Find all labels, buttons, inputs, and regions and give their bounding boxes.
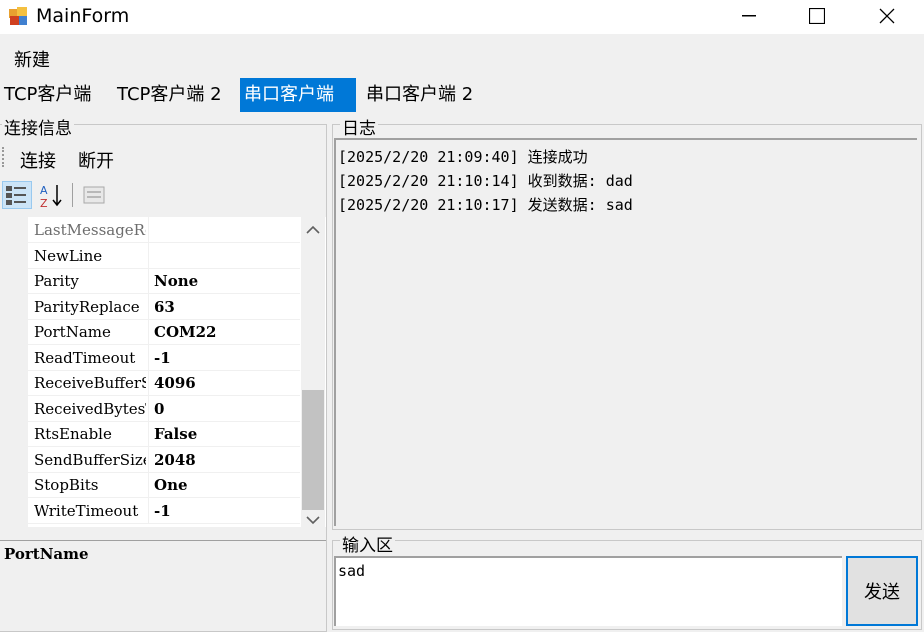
grid-divider <box>148 268 149 293</box>
property-pages-button[interactable] <box>82 184 106 206</box>
window-title: MainForm <box>36 5 130 27</box>
scrollbar-thumb[interactable] <box>302 390 324 510</box>
property-value[interactable]: 63 <box>154 298 175 316</box>
grid-row[interactable]: Parity None <box>0 268 300 294</box>
grid-row[interactable]: LastMessageReceived <box>0 217 300 243</box>
description-title: PortName <box>4 545 89 563</box>
input-text: sad <box>338 562 366 580</box>
property-name: ParityReplace <box>34 297 140 316</box>
sort-alphabetical-icon: A Z <box>40 184 62 210</box>
property-value[interactable]: COM22 <box>154 323 216 341</box>
scroll-down-icon[interactable] <box>306 515 320 525</box>
connection-info-title: 连接信息 <box>2 114 74 139</box>
log-line: [2025/2/20 21:10:14] 收到数据: dad <box>338 172 633 190</box>
app-icon <box>8 6 28 26</box>
property-value[interactable]: None <box>154 272 198 290</box>
property-value[interactable]: -1 <box>154 502 171 520</box>
connect-button[interactable]: 连接 <box>20 147 56 173</box>
property-name: Parity <box>34 272 79 290</box>
property-value[interactable]: 4096 <box>154 374 196 392</box>
property-name: StopBits <box>34 476 99 494</box>
grid-divider <box>148 242 149 268</box>
property-name: PortName <box>34 323 111 341</box>
grid-row[interactable]: ReadTimeout -1 <box>0 344 300 371</box>
send-button[interactable]: 发送 <box>846 556 918 626</box>
grid-row[interactable]: NewLine <box>0 242 300 269</box>
tab-tcp-client[interactable]: TCP客户端 <box>0 78 95 112</box>
scroll-up-icon[interactable] <box>306 225 320 235</box>
tab-serial-client[interactable]: 串口客户端 <box>240 78 356 112</box>
toolbar-separator <box>72 183 73 207</box>
svg-text:A: A <box>40 184 48 197</box>
grid-divider <box>148 395 149 421</box>
disconnect-button[interactable]: 断开 <box>78 147 114 173</box>
grid-row[interactable]: ReceiveBufferSize 4096 <box>0 370 300 396</box>
property-name: NewLine <box>34 246 103 265</box>
close-icon <box>879 8 895 24</box>
alphabetical-button[interactable]: A Z <box>38 181 66 210</box>
grid-row[interactable]: StopBits One <box>0 472 300 498</box>
grid-divider <box>148 217 149 242</box>
property-name: ReceiveBufferSize <box>34 374 146 392</box>
property-name: RtsEnable <box>34 425 112 443</box>
minimize-button[interactable] <box>726 0 772 32</box>
grid-scrollbar[interactable] <box>301 217 325 527</box>
toolbar-grip <box>2 147 8 167</box>
categorized-button[interactable] <box>2 181 32 209</box>
grid-row[interactable]: ParityReplace 63 <box>0 293 300 320</box>
grid-row[interactable]: ReceivedBytesThreshold 0 <box>0 395 300 422</box>
grid-row[interactable]: PortName COM22 <box>0 319 300 345</box>
log-title: 日志 <box>340 114 378 139</box>
tab-tcp-client-2[interactable]: TCP客户端 2 <box>113 78 226 112</box>
property-name: SendBufferSize <box>34 450 146 469</box>
property-value[interactable]: False <box>154 425 197 443</box>
menu-item-new[interactable]: 新建 <box>14 46 50 72</box>
grid-divider <box>148 370 149 395</box>
property-value[interactable]: 0 <box>154 400 164 418</box>
title-bar <box>0 0 924 34</box>
property-name: ReceivedBytesThreshold <box>34 399 146 418</box>
svg-text:Z: Z <box>40 197 48 209</box>
property-name: ReadTimeout <box>34 348 136 367</box>
grid-row[interactable]: WriteTimeout -1 <box>0 497 300 524</box>
tab-serial-client-2[interactable]: 串口客户端 2 <box>362 78 477 112</box>
maximize-icon <box>809 8 825 24</box>
log-line: [2025/2/20 21:10:17] 发送数据: sad <box>338 196 633 214</box>
property-value[interactable]: 2048 <box>154 451 196 469</box>
property-value[interactable]: One <box>154 476 188 494</box>
grid-divider <box>148 472 149 497</box>
maximize-button[interactable] <box>794 0 840 32</box>
grid-row[interactable]: SendBufferSize 2048 <box>0 446 300 473</box>
log-line: [2025/2/20 21:09:40] 连接成功 <box>338 148 588 166</box>
input-textbox[interactable]: sad <box>334 556 842 626</box>
property-name: WriteTimeout <box>34 501 139 520</box>
property-pages-icon <box>83 186 105 204</box>
property-value[interactable]: -1 <box>154 349 171 367</box>
property-name: LastMessageReceived <box>34 221 146 239</box>
categorized-icon <box>6 186 26 205</box>
input-title: 输入区 <box>340 531 395 556</box>
grid-divider <box>148 344 149 370</box>
grid-divider <box>148 293 149 319</box>
minimize-icon <box>742 15 756 17</box>
grid-divider <box>148 446 149 472</box>
grid-divider <box>148 319 149 344</box>
property-grid[interactable]: LastMessageReceivedNewLineParityNonePari… <box>0 217 326 527</box>
grid-divider <box>148 497 149 523</box>
grid-row[interactable]: RtsEnable False <box>0 421 300 447</box>
grid-divider <box>148 421 149 446</box>
close-button[interactable] <box>864 0 910 32</box>
menu-bar <box>0 38 924 76</box>
